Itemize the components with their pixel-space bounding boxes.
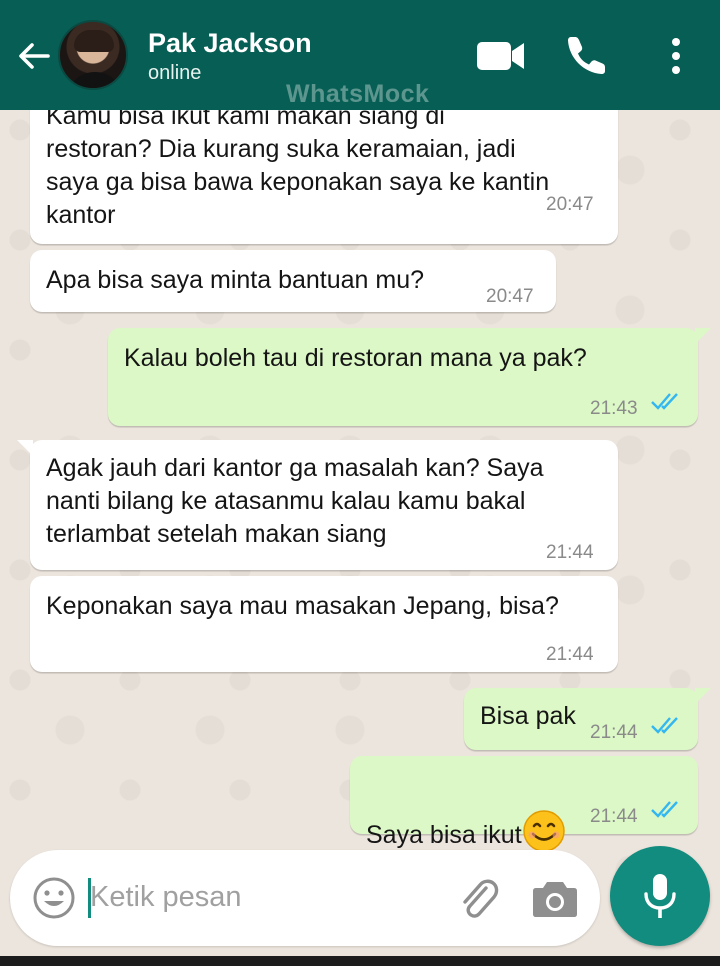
message-bubble-incoming[interactable]: Kamu bisa ikut kami makan siang di resto… xyxy=(30,110,618,244)
message-bubble-incoming[interactable]: Apa bisa saya minta bantuan mu? 20:47 xyxy=(30,250,556,312)
video-camera-icon[interactable] xyxy=(476,38,526,74)
message-text: Kalau boleh tau di restoran mana ya pak? xyxy=(124,344,587,372)
read-ticks-icon xyxy=(651,393,678,410)
message-text: Apa bisa saya minta bantuan mu? xyxy=(46,266,425,294)
message-bubble-incoming[interactable]: Keponakan saya mau masakan Jepang, bisa?… xyxy=(30,576,618,672)
message-bubble-outgoing[interactable]: Saya bisa ikut 21:44 xyxy=(350,756,698,852)
message-text-content: Saya bisa ikut xyxy=(366,821,522,849)
read-ticks-icon xyxy=(651,801,678,818)
smiling-face-icon xyxy=(522,810,565,852)
chat-header: Pak Jackson online WhatsMock xyxy=(0,0,720,110)
voice-record-button[interactable] xyxy=(610,846,710,946)
avatar[interactable] xyxy=(58,20,128,90)
more-vertical-icon[interactable] xyxy=(662,36,690,76)
read-ticks-icon xyxy=(651,717,678,734)
message-time: 21:43 xyxy=(590,398,638,419)
arrow-left-icon[interactable] xyxy=(14,36,54,76)
message-time: 21:44 xyxy=(590,722,638,743)
message-text: Bisa pak xyxy=(480,702,576,730)
watermark: WhatsMock xyxy=(286,80,430,108)
microphone-icon xyxy=(644,874,676,918)
message-bubble-incoming[interactable]: Agak jauh dari kantor ga masalah kan? Sa… xyxy=(17,440,618,570)
message-bubble-outgoing[interactable]: Kalau boleh tau di restoran mana ya pak?… xyxy=(108,328,711,426)
message-bubble-outgoing[interactable]: Bisa pak 21:44 xyxy=(464,688,711,750)
contact-name[interactable]: Pak Jackson xyxy=(148,28,312,59)
chat-area[interactable]: Kamu bisa ikut kami makan siang di resto… xyxy=(0,110,720,966)
message-text: Saya bisa ikut xyxy=(366,776,566,853)
system-nav-strip xyxy=(0,956,720,966)
paperclip-icon[interactable] xyxy=(456,876,500,922)
contact-status: online xyxy=(148,62,202,84)
message-input-bar: Ketik pesan xyxy=(10,850,600,946)
message-input[interactable]: Ketik pesan xyxy=(90,881,242,914)
message-text: Kamu bisa ikut kami makan siang di resto… xyxy=(46,110,550,229)
message-time: 21:44 xyxy=(546,644,594,665)
emoji-icon[interactable] xyxy=(32,876,76,920)
message-text: Keponakan saya mau masakan Jepang, bisa? xyxy=(46,592,559,620)
phone-icon[interactable] xyxy=(566,34,608,76)
camera-icon[interactable] xyxy=(532,878,578,918)
message-time: 20:47 xyxy=(486,286,534,307)
message-time: 21:44 xyxy=(546,542,594,563)
message-text: Agak jauh dari kantor ga masalah kan? Sa… xyxy=(46,454,544,548)
message-time: 21:44 xyxy=(590,806,638,827)
message-time: 20:47 xyxy=(546,194,594,215)
